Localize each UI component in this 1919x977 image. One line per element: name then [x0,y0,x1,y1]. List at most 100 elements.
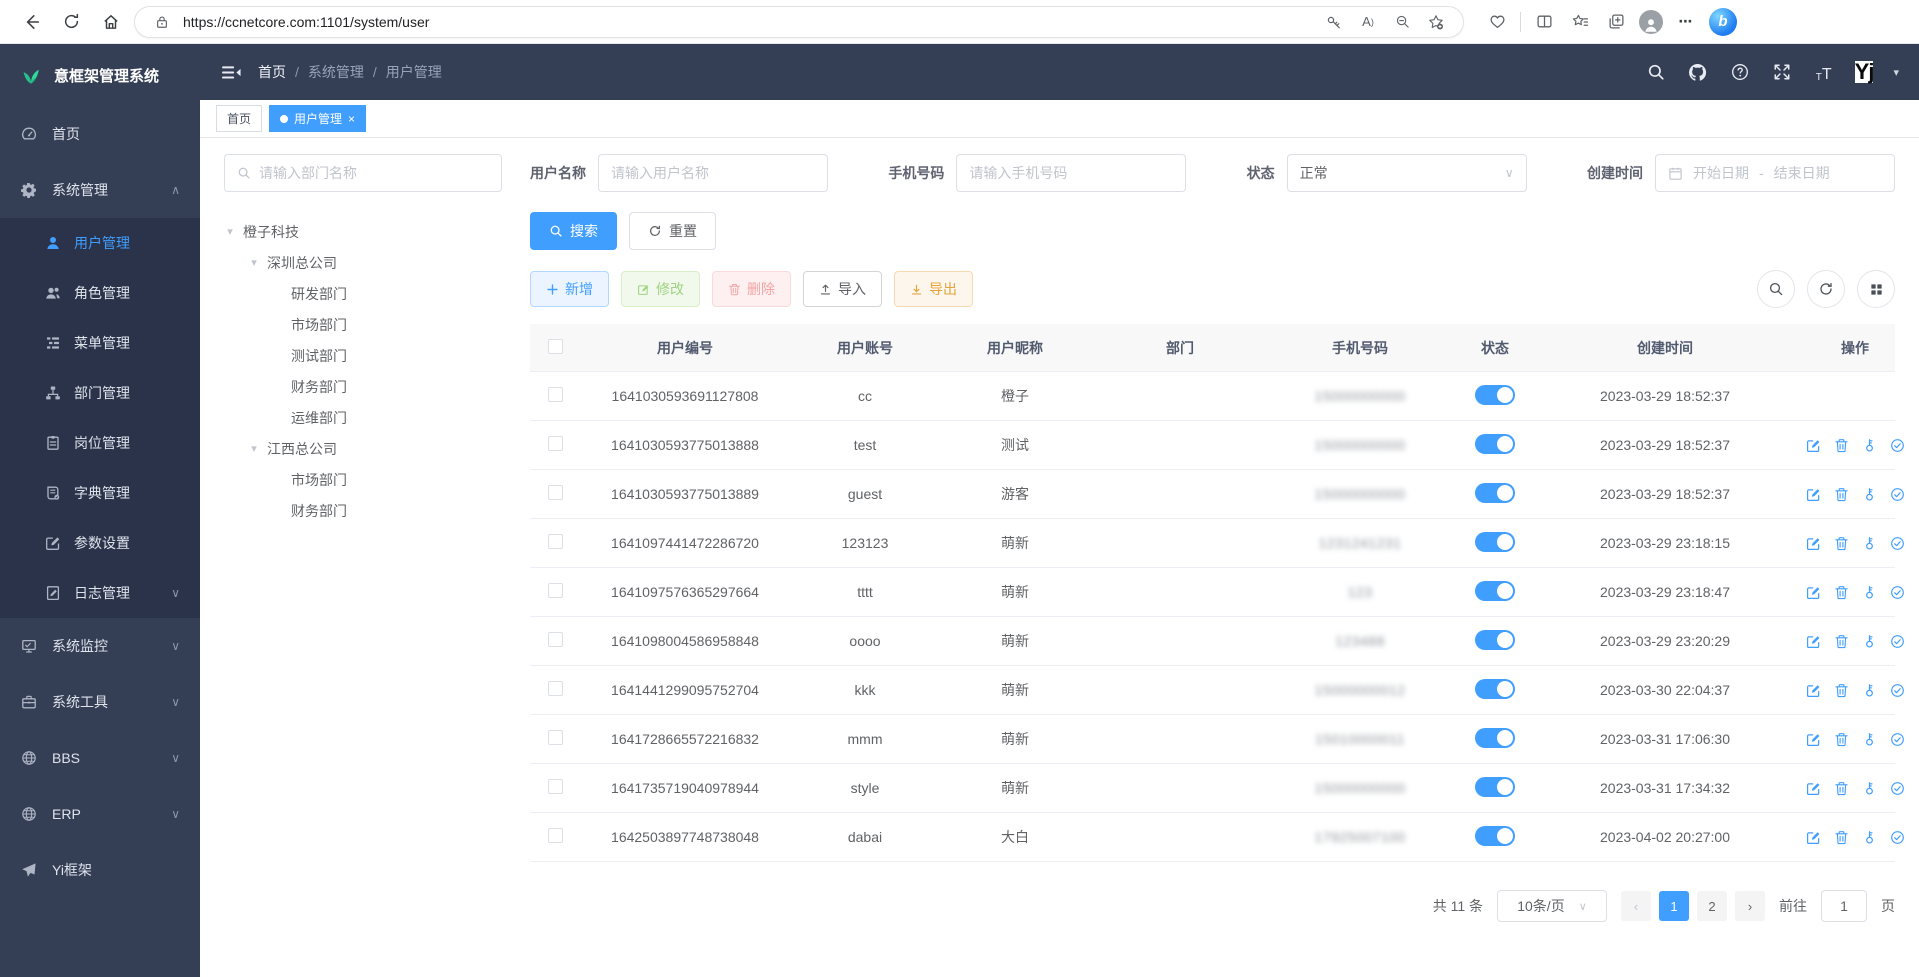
row-reset-password-icon[interactable] [1862,830,1877,845]
import-button[interactable]: 导入 [803,271,882,307]
row-checkbox[interactable] [548,632,563,647]
sidebar-item-system[interactable]: 系统管理∧ [0,162,200,218]
sidebar-item-menu[interactable]: 菜单管理 [0,318,200,368]
status-toggle[interactable] [1475,728,1515,748]
browser-refresh-button[interactable] [54,6,88,38]
collections-icon[interactable] [1603,9,1629,35]
table-search-toggle-icon[interactable] [1757,270,1795,308]
status-toggle[interactable] [1475,826,1515,846]
sidebar-item-dept[interactable]: 部门管理 [0,368,200,418]
app-logo[interactable]: 意框架管理系统 [0,44,200,106]
row-checkbox[interactable] [548,779,563,794]
fullscreen-icon[interactable] [1771,61,1793,83]
sidebar-item-log[interactable]: 日志管理∨ [0,568,200,618]
page-size-select[interactable]: 10条/页 ∨ [1497,890,1607,922]
tree-node[interactable]: ▾深圳总公司 [224,247,502,278]
browser-back-button[interactable] [14,6,48,38]
row-delete-icon[interactable] [1834,781,1849,796]
row-checkbox[interactable] [548,534,563,549]
row-edit-icon[interactable] [1806,732,1821,747]
status-toggle[interactable] [1475,434,1515,454]
row-reset-password-icon[interactable] [1862,634,1877,649]
row-edit-icon[interactable] [1806,830,1821,845]
phone-input[interactable] [969,165,1173,181]
prev-page-button[interactable]: ‹ [1621,891,1651,921]
row-reset-password-icon[interactable] [1862,732,1877,747]
row-edit-icon[interactable] [1806,781,1821,796]
row-edit-icon[interactable] [1806,536,1821,551]
tab-close-icon[interactable]: × [348,112,355,126]
row-assign-role-icon[interactable] [1890,830,1905,845]
password-key-icon[interactable] [1321,9,1347,35]
sidebar-item-monitor[interactable]: 系统监控∨ [0,618,200,674]
sidebar-item-user[interactable]: 用户管理 [0,218,200,268]
goto-page-input[interactable] [1821,890,1867,922]
status-toggle[interactable] [1475,581,1515,601]
select-all-checkbox[interactable] [548,339,563,354]
row-delete-icon[interactable] [1834,683,1849,698]
row-checkbox[interactable] [548,485,563,500]
copilot-icon[interactable]: b [1709,8,1737,36]
row-reset-password-icon[interactable] [1862,585,1877,600]
row-delete-icon[interactable] [1834,487,1849,502]
row-checkbox[interactable] [548,681,563,696]
row-checkbox[interactable] [548,387,563,402]
row-reset-password-icon[interactable] [1862,536,1877,551]
username-input[interactable] [611,165,815,181]
tree-node[interactable]: 市场部门 [224,309,502,340]
row-delete-icon[interactable] [1834,634,1849,649]
sidebar-item-yi[interactable]: Yi框架 [0,842,200,898]
reset-button[interactable]: 重置 [629,212,716,250]
export-button[interactable]: 导出 [894,271,973,307]
row-edit-icon[interactable] [1806,634,1821,649]
row-reset-password-icon[interactable] [1862,683,1877,698]
read-aloud-icon[interactable]: A) [1355,9,1381,35]
sidebar-item-dict[interactable]: 字典管理 [0,468,200,518]
font-size-icon[interactable]: TT [1813,61,1835,83]
row-reset-password-icon[interactable] [1862,781,1877,796]
row-assign-role-icon[interactable] [1890,634,1905,649]
row-checkbox[interactable] [548,436,563,451]
tree-node[interactable]: 财务部门 [224,371,502,402]
row-delete-icon[interactable] [1834,732,1849,747]
browser-address-bar[interactable]: https://ccnetcore.com:1101/system/user A… [134,6,1464,38]
sidebar-item-bbs[interactable]: BBS∨ [0,730,200,786]
search-icon[interactable] [1645,61,1667,83]
tree-node[interactable]: ▾江西总公司 [224,433,502,464]
github-icon[interactable] [1687,61,1709,83]
sidebar-item-home[interactable]: 首页 [0,106,200,162]
date-range-picker[interactable]: 开始日期 - 结束日期 [1655,154,1895,192]
sidebar-item-tools[interactable]: 系统工具∨ [0,674,200,730]
row-delete-icon[interactable] [1834,585,1849,600]
status-toggle[interactable] [1475,532,1515,552]
edit-button[interactable]: 修改 [621,271,700,307]
sidebar-item-post[interactable]: 岗位管理 [0,418,200,468]
breadcrumb-system[interactable]: 系统管理 [308,62,364,82]
tree-node[interactable]: 财务部门 [224,495,502,526]
department-search-box[interactable] [224,154,502,192]
department-search-input[interactable] [259,165,489,181]
tree-node[interactable]: ▾橙子科技 [224,216,502,247]
browser-essentials-icon[interactable] [1484,9,1510,35]
search-button[interactable]: 搜索 [530,212,617,250]
row-reset-password-icon[interactable] [1862,487,1877,502]
tree-node[interactable]: 测试部门 [224,340,502,371]
row-assign-role-icon[interactable] [1890,732,1905,747]
tab-home[interactable]: 首页 [216,105,262,132]
tree-node[interactable]: 研发部门 [224,278,502,309]
status-select[interactable]: 正常 ∨ [1287,154,1527,192]
sidebar-item-role[interactable]: 角色管理 [0,268,200,318]
status-toggle[interactable] [1475,630,1515,650]
row-assign-role-icon[interactable] [1890,487,1905,502]
browser-menu-dots-icon[interactable]: ⋯ [1673,9,1699,35]
user-avatar-logo[interactable]: Yj [1855,61,1874,83]
page-button-1[interactable]: 1 [1659,891,1689,921]
delete-button[interactable]: 删除 [712,271,791,307]
add-favorite-star-icon[interactable] [1423,9,1449,35]
favorites-icon[interactable] [1567,9,1593,35]
row-reset-password-icon[interactable] [1862,438,1877,453]
table-columns-icon[interactable] [1857,270,1895,308]
row-assign-role-icon[interactable] [1890,438,1905,453]
status-toggle[interactable] [1475,777,1515,797]
zoom-out-icon[interactable] [1389,9,1415,35]
